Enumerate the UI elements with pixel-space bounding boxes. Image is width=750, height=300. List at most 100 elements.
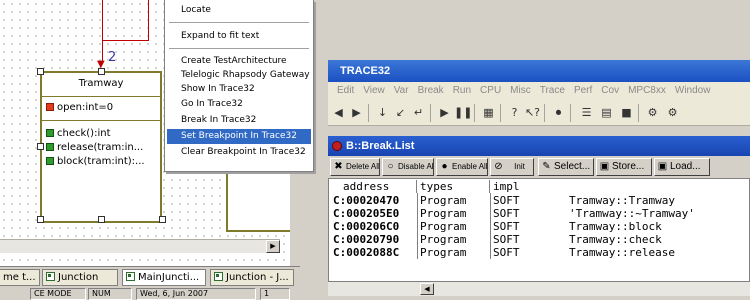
step-into-icon[interactable]: ◀ [330,104,347,121]
enable-icon: ● [441,161,448,172]
column-header-types[interactable]: types [418,180,490,193]
table-row[interactable]: C:0002088C Program SOFT Tramway::release [329,246,749,259]
delete-all-button[interactable]: ✖ Delete All [330,158,380,176]
menu-trace[interactable]: Trace [540,85,565,96]
tab-main-junction[interactable]: MainJuncti... [122,269,206,286]
menu-view[interactable]: View [363,85,385,96]
step-over-icon[interactable]: ↙ [392,104,409,121]
class-box-tramway[interactable]: Tramway open:int=0 check():int release(t… [37,68,166,223]
settings-icon[interactable]: ⚙ [644,104,661,121]
list-icon[interactable]: ☰ [578,104,595,121]
column-header-impl[interactable]: impl [491,180,531,193]
menu-item-set-breakpoint[interactable]: Set Breakpoint In Trace32 [167,129,311,144]
go-icon[interactable]: ▶ [436,104,453,121]
menu-item-locate[interactable]: Locate [167,3,311,18]
init-button[interactable]: ⊘ Init [490,158,534,176]
register-icon[interactable]: ■ [618,104,635,121]
scroll-right-icon[interactable]: ▶ [266,240,280,253]
pause-icon[interactable]: ❚❚ [454,104,472,121]
trace32-window: TRACE32 Edit View Var Break Run CPU Misc Trace P… [328,60,750,300]
step-icon[interactable]: ▶ [348,104,365,121]
tab-diagram-0[interactable]: me t... [0,269,40,286]
menu-item-go-in-trace32[interactable]: Go In Trace32 [167,97,311,112]
cell-type: Program [420,246,467,259]
menu-item-break-in-trace32[interactable]: Break In Trace32 [167,113,311,128]
menu-mpc8xx[interactable]: MPC8xx [628,85,666,96]
attribute-item[interactable]: open:int=0 [42,101,160,115]
trace32-titlebar[interactable]: TRACE32 [328,60,750,82]
menu-cpu[interactable]: CPU [480,85,501,96]
attribute-icon [46,103,54,111]
resize-handle-bm[interactable] [98,216,105,223]
status-mode: CE MODE [30,288,86,300]
horizontal-scrollbar[interactable]: ▶ [0,239,280,253]
menu-cov[interactable]: Cov [601,85,619,96]
menu-misc[interactable]: Misc [510,85,531,96]
menu-item-create-test-architecture[interactable]: Create TestArchitecture [167,54,311,69]
button-label: Load... [670,161,701,172]
resize-handle-br[interactable] [159,216,166,223]
tab-junction[interactable]: Junction [42,269,118,286]
delete-icon: ✖ [334,161,343,172]
resize-handle-tl[interactable] [37,68,44,75]
operation-icon [46,129,54,137]
binary-icon[interactable]: ▤ [598,104,615,121]
context-help-icon[interactable]: ↖? [524,104,541,121]
operation-item[interactable]: release(tram:in... [42,141,160,155]
toolbar-separator [368,104,369,122]
status-date-text: Wed, 6, Jun 2007 [140,289,209,298]
enable-all-button[interactable]: ● Enable All [436,158,488,176]
cell-symbol: Tramway::Tramway [569,194,675,207]
column-header-address[interactable]: address [329,180,417,193]
menu-var[interactable]: Var [394,85,409,96]
step-down-icon[interactable]: ↓ [374,104,391,121]
table-row[interactable]: C:000205E0 Program SOFT 'Tramway::~Tramw… [329,207,749,220]
cell-type: Program [420,233,467,246]
table-row[interactable]: C:000206C0 Program SOFT Tramway::block [329,220,749,233]
menu-item-clear-breakpoint[interactable]: Clear Breakpoint In Trace32 [167,145,311,160]
cell-impl: SOFT [493,207,520,220]
stop-icon[interactable]: ⏺ [550,104,567,121]
relation-line-vertical[interactable] [102,0,103,62]
operations-compartment[interactable]: check():int release(tram:in... block(tra… [42,121,160,181]
menu-break[interactable]: Break [418,85,444,96]
breaklist-toolbar: ✖ Delete All ○ Disable All ● Enable All ⊘ In… [328,156,750,178]
operation-icon [46,143,54,151]
load-button[interactable]: ▣ Load... [654,158,710,176]
menu-window[interactable]: Window [675,85,711,96]
resize-handle-bl[interactable] [37,216,44,223]
breaklist-horizontal-scrollbar[interactable]: ◀ [328,282,750,296]
relation-line-horizontal[interactable] [102,40,148,41]
menu-item-expand-to-fit[interactable]: Expand to fit text [167,29,311,44]
attributes-compartment[interactable]: open:int=0 [42,97,160,121]
breaklist-titlebar[interactable]: B::Break.List [328,136,750,156]
resize-handle-tm[interactable] [98,68,105,75]
class-name-compartment[interactable]: Tramway [42,73,160,97]
operation-item[interactable]: check():int [42,127,160,141]
breaklist-window: B::Break.List ✖ Delete All ○ Disable All ●… [328,136,750,300]
menu-run[interactable]: Run [453,85,471,96]
chart-icon[interactable]: ▦ [480,104,497,121]
table-row[interactable]: C:00020790 Program SOFT Tramway::check [329,233,749,246]
resize-handle-ml[interactable] [37,143,44,150]
menu-edit[interactable]: Edit [337,85,354,96]
scroll-left-icon[interactable]: ◀ [420,283,434,295]
button-label: Init [514,162,525,171]
relation-line-stub[interactable] [148,0,149,41]
tab-label: MainJuncti... [138,272,200,283]
operation-item[interactable]: block(tram:int):... [42,155,160,169]
tab-label: me t... [3,272,36,283]
disable-all-button[interactable]: ○ Disable All [382,158,434,176]
init-icon: ⊘ [494,161,503,172]
return-icon[interactable]: ↵ [410,104,427,121]
help-icon[interactable]: ? [506,104,523,121]
select-button[interactable]: ✎ Select... [538,158,594,176]
settings-alt-icon[interactable]: ⚙ [664,104,681,121]
toolbar-separator [638,104,639,122]
menu-item-rhapsody-gateway[interactable]: Telelogic Rhapsody Gateway [167,68,311,83]
tab-junction-j[interactable]: Junction - J... [210,269,294,286]
menu-item-show-in-trace32[interactable]: Show In Trace32 [167,82,311,97]
store-button[interactable]: ▣ Store... [596,158,652,176]
menu-perf[interactable]: Perf [574,85,592,96]
table-row[interactable]: C:00020470 Program SOFT Tramway::Tramway [329,194,749,207]
